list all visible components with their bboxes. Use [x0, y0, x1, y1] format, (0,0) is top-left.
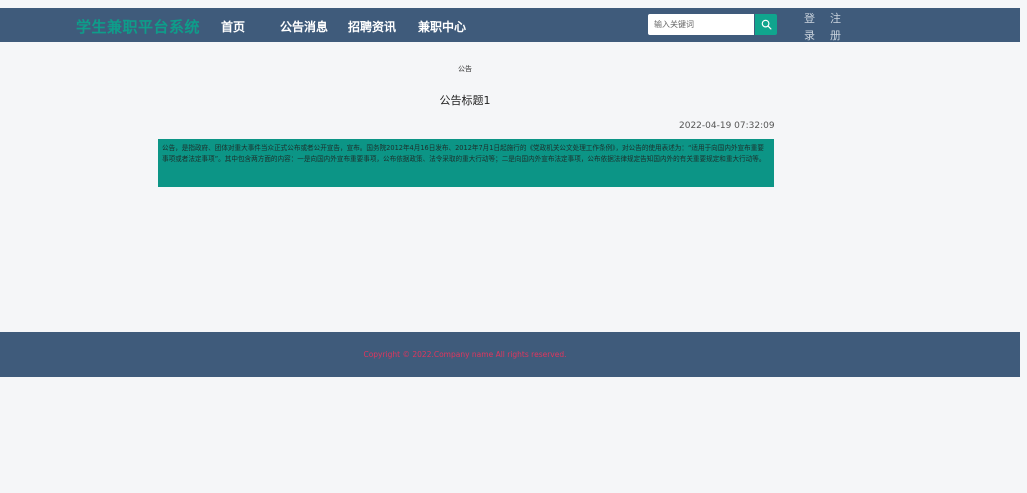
navbar: 学生兼职平台系统 首页 公告消息 招聘资讯 兼职中心 登 录 注 册	[0, 8, 1020, 42]
nav-recruitment-news[interactable]: 招聘资讯	[348, 18, 396, 35]
copyright-text: Copyright © 2022.Company name All rights…	[363, 350, 567, 359]
breadcrumb: 公告	[458, 65, 472, 73]
footer: Copyright © 2022.Company name All rights…	[0, 332, 1020, 377]
announcement-body: 公告，是指政府、团体对重大事件当众正式公布或者公开宣告，宣布。国务院2012年4…	[158, 139, 774, 187]
search-button[interactable]	[755, 14, 777, 35]
search-input[interactable]	[648, 14, 754, 35]
login-link-bottom[interactable]: 录	[804, 27, 815, 43]
announcement-title: 公告标题1	[439, 94, 491, 107]
register-link-top[interactable]: 注	[830, 10, 841, 26]
nav-parttime-center[interactable]: 兼职中心	[418, 18, 466, 35]
nav-home[interactable]: 首页	[221, 18, 245, 35]
page-bottom-area	[0, 377, 1020, 493]
nav-announcements[interactable]: 公告消息	[280, 18, 328, 35]
brand-logo[interactable]: 学生兼职平台系统	[76, 16, 200, 37]
search-icon	[761, 19, 771, 30]
top-strip	[0, 0, 1020, 8]
register-link-bottom[interactable]: 册	[830, 27, 841, 43]
announcement-detail: 公告 公告标题1 2022-04-19 07:32:09 公告，是指政府、团体对…	[0, 42, 1020, 332]
login-link-top[interactable]: 登	[804, 10, 815, 26]
publish-date: 2022-04-19 07:32:09	[679, 121, 775, 131]
